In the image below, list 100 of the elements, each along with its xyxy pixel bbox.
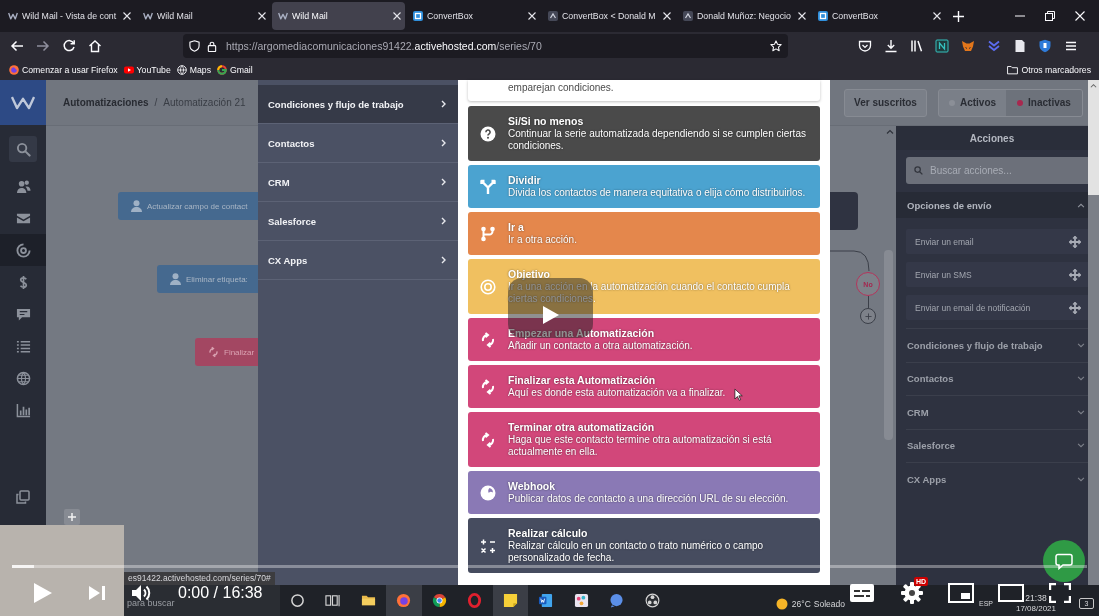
video-time: 0:00 / 16:38 (178, 584, 263, 602)
browser-tab[interactable]: Wild Mail - Vista de cont (2, 2, 135, 30)
miniplayer-icon[interactable] (948, 583, 974, 603)
speech-bubble-icon (1055, 552, 1073, 570)
section-header[interactable]: Opciones de envío (896, 192, 1088, 218)
bookmark-link[interactable]: Gmail (217, 65, 253, 75)
action-card[interactable]: Si/Si no menos Continuar la serie automatizada dependiendo si se cumplen ciertas condiciones. (468, 106, 820, 161)
caret-up-icon[interactable] (1090, 83, 1097, 88)
bookmark-link[interactable]: Maps (176, 65, 211, 75)
close-icon[interactable] (258, 12, 266, 20)
cycle-arrows-icon (208, 346, 219, 358)
shield-icon[interactable] (1038, 39, 1053, 53)
browser-tab[interactable]: Wild Mail (137, 2, 270, 30)
home-icon[interactable] (88, 39, 102, 53)
mouse-cursor-icon (734, 388, 743, 401)
browser-tab[interactable]: ConvertBox < Donald M (542, 2, 675, 30)
close-icon[interactable] (528, 12, 536, 20)
browser-tab[interactable]: ConvertBox (812, 2, 945, 30)
move-icon[interactable] (1069, 301, 1081, 314)
chevron-right-icon (441, 139, 446, 147)
bookmark-link[interactable]: Comenzar a usar Firefox (9, 65, 118, 75)
action-card[interactable]: emparejan condiciones. (468, 80, 820, 101)
chevron-up-icon (1077, 202, 1085, 208)
weather-temperature: 26°C (791, 598, 811, 609)
breadcrumb-link[interactable]: Automatizaciones (63, 97, 149, 108)
workflow-node[interactable]: Actualizar campo de contact (118, 192, 258, 220)
download-icon[interactable] (883, 39, 898, 53)
target-icon (15, 242, 31, 258)
close-icon[interactable] (123, 12, 131, 20)
theater-mode-icon[interactable] (998, 584, 1024, 602)
double-chevron-icon[interactable] (986, 39, 1001, 53)
subtitles-icon[interactable] (849, 583, 875, 603)
chevron-down-icon (1077, 476, 1085, 482)
caret-up-icon[interactable] (886, 129, 894, 134)
workflow-node[interactable]: Eliminar etiqueta: (157, 265, 258, 293)
action-card[interactable]: Terminar otra automatización Haga que este contacto termine otra automatización si está actualmente en ella. (468, 412, 820, 467)
workflow-node[interactable]: Finalizar (195, 338, 258, 366)
chevron-down-icon (1077, 342, 1085, 348)
person-icon (170, 273, 181, 285)
library-icon[interactable] (909, 39, 924, 53)
plus-icon[interactable] (953, 10, 964, 22)
chevron-right-icon (441, 100, 446, 108)
browser-tab[interactable]: Donald Muñoz: Negocio (677, 2, 810, 30)
cycle-arrows-icon (480, 378, 496, 395)
chevron-right-icon (441, 217, 446, 225)
status-toggle-option[interactable]: Activos (939, 89, 1006, 116)
clock-date: 17/08/2021 (1015, 604, 1056, 614)
page-scrollbar[interactable] (1088, 80, 1099, 585)
view-subscribers-button[interactable]: Ver suscritos (844, 88, 927, 117)
action-item[interactable]: Enviar un email (906, 229, 1088, 254)
workflow-node[interactable] (830, 192, 858, 230)
breadcrumb-current-page: Automatización 21 (163, 97, 246, 108)
add-step-button[interactable] (860, 308, 876, 324)
taskbar-app-button[interactable] (492, 585, 528, 616)
sidebar-nav-item[interactable] (0, 234, 46, 266)
close-icon[interactable] (393, 12, 401, 20)
close-icon[interactable] (663, 12, 671, 20)
action-card[interactable]: Realizar cálculo Realizar cálculo en un contacto o trato numérico o campo personalizado de fecha. (468, 518, 820, 573)
math-operators-icon (480, 537, 496, 554)
status-toggle-option[interactable]: Inactivas (1006, 89, 1082, 116)
reload-icon[interactable] (62, 39, 76, 53)
action-description: Haga que este contacto termine otra automatización si está actualmente en ella. (508, 434, 773, 458)
node-label: Actualizar campo de contact (147, 201, 248, 211)
close-icon[interactable] (933, 12, 941, 20)
star-icon[interactable] (770, 40, 782, 52)
bookmark-link[interactable]: YouTube (123, 65, 171, 75)
category-item[interactable]: Condiciones y flujo de trabajo (258, 85, 458, 124)
fox-head-icon[interactable] (961, 39, 975, 53)
chevron-down-icon (1077, 409, 1085, 415)
logo-tile[interactable] (0, 80, 46, 125)
globe-icon (15, 370, 31, 386)
add-step-button[interactable] (64, 509, 80, 525)
square-logo-icon (818, 11, 828, 21)
action-card[interactable]: Dividir Divida los contactos de manera equitativa o elija cómo distribuirlos. (468, 165, 820, 208)
square-extension-icon[interactable] (935, 39, 950, 53)
move-icon[interactable] (1069, 235, 1081, 248)
bookmark-folder[interactable]: Otros marcadores (1007, 65, 1091, 75)
back-arrow-icon[interactable] (10, 39, 24, 53)
action-item[interactable]: Enviar un email de notificación (906, 295, 1088, 320)
menu-icon[interactable] (1064, 39, 1078, 53)
video-progress-track[interactable] (12, 565, 1087, 568)
action-description: Divida los contactos de manera equitativa o elija cómo distribuirlos. (508, 187, 806, 199)
browser-tab[interactable]: ConvertBox (407, 2, 540, 30)
action-card[interactable]: Finalizar esta Automatización Aquí es donde esta automatización va a finalizar. (468, 365, 820, 408)
close-icon[interactable] (798, 12, 806, 20)
action-description: Ir a otra acción. (508, 234, 577, 246)
action-item[interactable]: Enviar un SMS (906, 262, 1088, 287)
action-title: Ir a (508, 221, 524, 234)
chevron-right-icon (441, 256, 446, 264)
sidebar-nav-item[interactable] (9, 136, 37, 162)
forward-arrow-icon[interactable] (36, 39, 50, 53)
action-card[interactable]: Webhook Publicar datos de contacto a una dirección URL de su elección. (468, 471, 820, 514)
pouch-icon[interactable] (858, 39, 872, 53)
note-icon (502, 593, 518, 608)
browser-tab[interactable]: Wild Mail (272, 2, 405, 30)
fullscreen-icon[interactable] (1049, 583, 1071, 603)
address-bar[interactable]: https://argomediacomunicaciones91422.activehosted.com/series/70 (183, 34, 788, 58)
copy-icon[interactable] (16, 490, 30, 504)
move-icon[interactable] (1069, 268, 1081, 281)
restore-icon[interactable] (1045, 11, 1055, 21)
